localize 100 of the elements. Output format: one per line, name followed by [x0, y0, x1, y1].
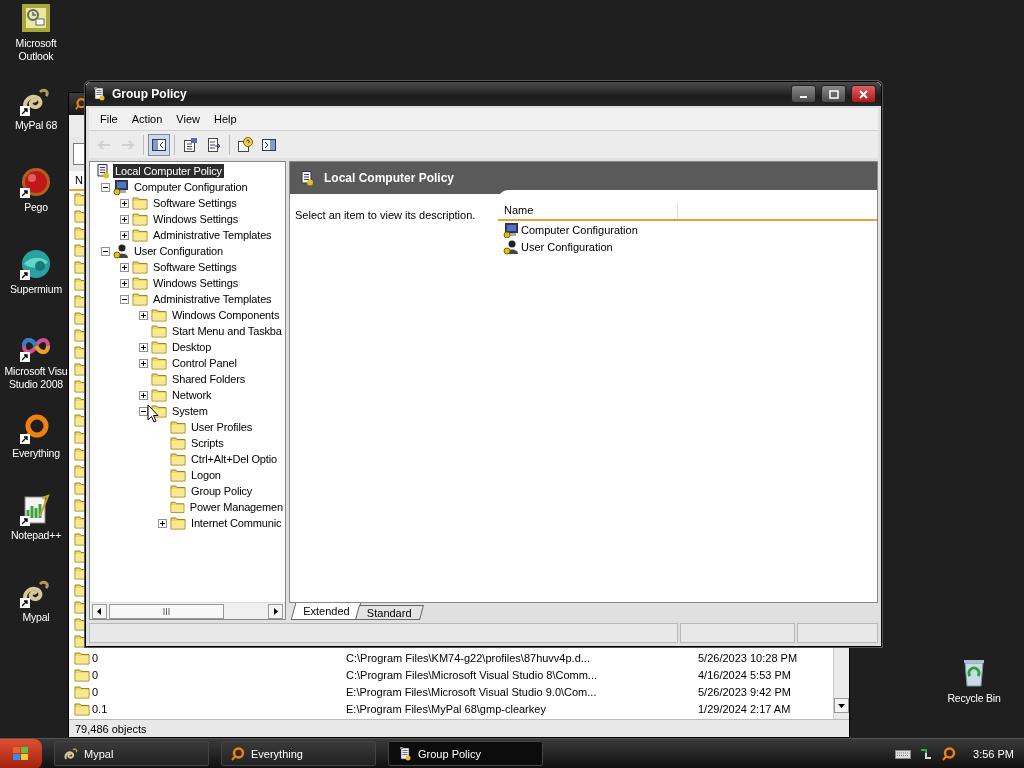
- folder-icon: [151, 388, 167, 402]
- taskbar-button[interactable]: Everything: [221, 741, 376, 766]
- magnifier-icon: [941, 745, 958, 762]
- folder-icon: [170, 436, 186, 450]
- folder-icon: [170, 420, 186, 434]
- file-name[interactable]: 0: [90, 651, 346, 664]
- tree-item[interactable]: Control Panel: [170, 356, 239, 370]
- collapse-button[interactable]: [120, 294, 129, 304]
- desktop-icon-label[interactable]: Microsoft Visu Studio 2008: [3, 365, 69, 391]
- taskbar-button[interactable]: Group Policy: [388, 741, 543, 766]
- desktop-icon-label[interactable]: Supermium: [10, 283, 62, 296]
- tree-item[interactable]: Desktop: [170, 340, 214, 354]
- swirl-icon: [63, 745, 79, 762]
- collapse-button[interactable]: [101, 246, 110, 256]
- close-button[interactable]: [851, 85, 876, 103]
- expand-button[interactable]: [120, 214, 129, 224]
- list-item[interactable]: User Configuration: [521, 240, 613, 253]
- expand-button[interactable]: [120, 198, 129, 208]
- expand-button[interactable]: [120, 278, 129, 288]
- description-text: Select an item to view its description.: [294, 208, 477, 221]
- tree-item[interactable]: Local Computer Policy: [113, 164, 224, 178]
- maximize-button[interactable]: [821, 85, 846, 103]
- tree-item[interactable]: Internet Communic: [189, 516, 284, 530]
- start-button[interactable]: [0, 738, 42, 768]
- tree-item[interactable]: Windows Components: [170, 308, 282, 322]
- refresh-arrows-icon[interactable]: [919, 746, 934, 761]
- tree-item[interactable]: Shared Folders: [170, 372, 248, 386]
- tree-item[interactable]: Software Settings: [151, 260, 239, 274]
- desktop-icon-label[interactable]: Microsoft Outlook: [3, 37, 69, 63]
- tree-item[interactable]: Windows Settings: [151, 212, 241, 226]
- modified-date: 4/16/2024 5:53 PM: [698, 668, 791, 681]
- taskbar-button[interactable]: Mypal: [54, 741, 209, 766]
- tree-item[interactable]: User Configuration: [132, 244, 225, 258]
- help-icon: [237, 136, 253, 153]
- desktop-icon-label[interactable]: Everything: [12, 447, 60, 460]
- clock[interactable]: 3:56 PM: [973, 747, 1014, 760]
- scroll-right-button[interactable]: [268, 603, 283, 619]
- folder-icon: [132, 228, 148, 242]
- tree-pane-icon: [151, 136, 167, 153]
- list-item[interactable]: Computer Configuration: [521, 223, 638, 236]
- folder-icon: [170, 500, 185, 514]
- collapse-button[interactable]: [101, 182, 110, 192]
- expand-button[interactable]: [139, 310, 148, 320]
- export-list-icon: [206, 136, 222, 153]
- tree-item[interactable]: Group Policy: [189, 484, 255, 498]
- desktop-icon-label[interactable]: Mypal: [22, 611, 50, 624]
- desktop-icon-label[interactable]: MyPal 68: [14, 119, 58, 132]
- expand-button[interactable]: [120, 262, 129, 272]
- tree-item[interactable]: Ctrl+Alt+Del Optio: [189, 452, 279, 466]
- minimize-button[interactable]: [791, 85, 816, 103]
- ball-icon: [20, 166, 52, 198]
- desktop-icon-label[interactable]: Pego: [24, 201, 48, 214]
- file-name[interactable]: 0: [90, 685, 346, 698]
- menu-item[interactable]: View: [169, 113, 207, 125]
- tree-item[interactable]: User Profiles: [189, 420, 254, 434]
- tree-item[interactable]: Logon: [189, 468, 223, 482]
- action-pane-icon: [261, 136, 277, 153]
- expand-button[interactable]: [139, 358, 148, 368]
- file-name[interactable]: 0: [90, 668, 346, 681]
- keyboard-icon[interactable]: [895, 747, 912, 760]
- scroll-down-button[interactable]: [834, 698, 849, 713]
- toolbar-button[interactable]: [148, 133, 170, 156]
- user-icon: [503, 238, 519, 255]
- file-path: C:\Program Files\Microsoft Visual Studio 8\Comm...: [346, 668, 599, 681]
- caret-down-icon: [838, 702, 845, 709]
- tree-item[interactable]: Windows Settings: [151, 276, 241, 290]
- scroll-left-button[interactable]: [92, 603, 107, 619]
- menu-item[interactable]: File: [93, 113, 125, 125]
- tree-item[interactable]: Computer Configuration: [132, 180, 250, 194]
- expand-button[interactable]: [158, 518, 167, 528]
- file-name[interactable]: 0.1: [90, 702, 346, 715]
- tree-item[interactable]: Power Managemen: [187, 500, 285, 514]
- desktop-icon-label[interactable]: Notepad++: [10, 529, 62, 542]
- tab[interactable]: Extended: [290, 603, 362, 620]
- minimize-icon: [800, 96, 807, 98]
- close-icon: [859, 89, 868, 99]
- magnifier-icon: [230, 745, 246, 762]
- tree-item[interactable]: Network: [170, 388, 214, 402]
- expand-button[interactable]: [120, 230, 129, 240]
- folder-icon: [151, 356, 167, 370]
- folder-icon: [170, 452, 186, 466]
- column-header[interactable]: N: [75, 174, 83, 186]
- desktop-icon-label[interactable]: Recycle Bin: [947, 692, 1001, 705]
- caret-left-icon: [96, 607, 103, 615]
- menu-item[interactable]: Action: [124, 113, 170, 125]
- menu-item[interactable]: Help: [206, 113, 244, 125]
- expand-button[interactable]: [139, 390, 148, 400]
- folder-icon: [170, 468, 186, 482]
- expand-button[interactable]: [139, 342, 148, 352]
- tree-item[interactable]: System: [170, 404, 210, 418]
- column-header[interactable]: Name: [498, 204, 678, 219]
- scroll-thumb[interactable]: [109, 603, 224, 619]
- tree-item[interactable]: Software Settings: [151, 196, 239, 210]
- windows-logo-icon: [12, 745, 30, 762]
- folder-icon: [132, 276, 148, 290]
- tree-item[interactable]: Start Menu and Taskba: [170, 324, 284, 338]
- tree-item[interactable]: Scripts: [189, 436, 226, 450]
- tree-item[interactable]: Administrative Templates: [151, 292, 274, 306]
- tab[interactable]: Standard: [355, 605, 425, 620]
- tree-item[interactable]: Administrative Templates: [151, 228, 274, 242]
